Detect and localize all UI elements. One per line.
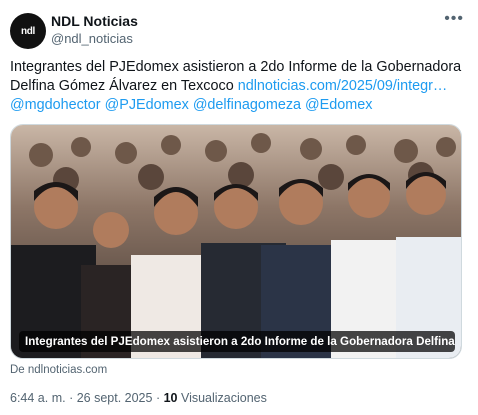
link-card-image[interactable]: Integrantes del PJEdomex asistieron a 2d… [10, 124, 462, 359]
tweet-text: Integrantes del PJEdomex asistieron a 2d… [10, 58, 465, 115]
tweet-date[interactable]: 26 sept. 2025 [77, 391, 153, 405]
link-card-caption: Integrantes del PJEdomex asistieron a 2d… [19, 331, 455, 352]
meta-separator-2: · [152, 391, 164, 405]
avatar-logo-text: ndl [20, 25, 36, 37]
mention-delfinagomeza[interactable]: @delfinagomeza [193, 97, 301, 113]
event-photo [11, 125, 461, 358]
author-name[interactable]: NDL Noticias [51, 13, 138, 29]
views-count: 10 [163, 391, 178, 405]
tweet-time[interactable]: 6:44 a. m. [10, 391, 66, 405]
tweet-meta: 6:44 a. m. · 26 sept. 2025 · 10 Visualiz… [10, 391, 267, 405]
tweet-link[interactable]: ndlnoticias.com/2025/09/integr… [238, 78, 448, 94]
mention-mgdohector[interactable]: @mgdohector [10, 97, 101, 113]
tweet: ndl NDL Noticias @ndl_noticias ••• Integ… [0, 0, 478, 415]
mention-edomex[interactable]: @Edomex [305, 97, 372, 113]
mention-pjedomex[interactable]: @PJEdomex [105, 97, 189, 113]
avatar[interactable]: ndl [10, 13, 46, 49]
meta-separator: · [65, 391, 77, 405]
author-handle[interactable]: @ndl_noticias [51, 31, 133, 46]
views-label: Visualizaciones [177, 391, 267, 405]
more-horizontal-icon[interactable]: ••• [444, 10, 464, 28]
link-card-source[interactable]: De ndlnoticias.com [10, 364, 107, 376]
